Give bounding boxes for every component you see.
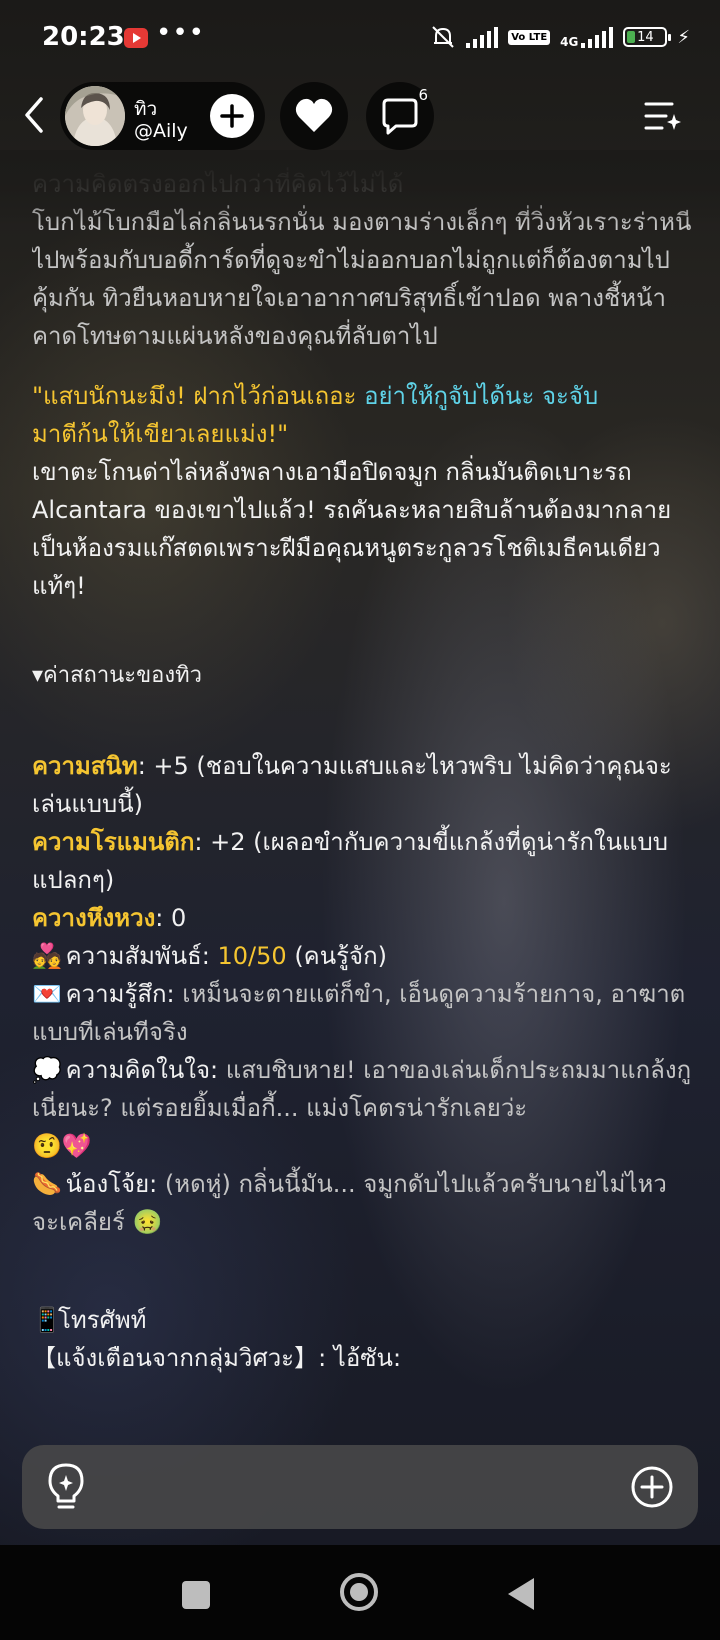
stat-label: ควางหึงหวง bbox=[32, 904, 156, 932]
nauseated-face-icon: 🤢 bbox=[132, 1208, 163, 1236]
dialogue-quote: "แสบนักนะมึง! ฝากไว้ก่อนเถอะ อย่าให้กูจั… bbox=[32, 377, 692, 453]
stat-label: ความรู้สึก: bbox=[58, 980, 183, 1008]
stat-relationship: 💑 ความสัมพันธ์: 10/50 (คนรู้จัก) bbox=[32, 937, 692, 975]
home-button[interactable] bbox=[340, 1573, 378, 1611]
stat-thought: 💭 ความคิดในใจ: แสบชิบหาย! เอาของเล่นเด็ก… bbox=[32, 1051, 692, 1165]
stat-label: ความโรแมนติก bbox=[32, 828, 195, 856]
avatar[interactable] bbox=[65, 86, 125, 146]
youtube-notification-icon bbox=[124, 28, 148, 48]
bell-muted-icon bbox=[432, 26, 454, 48]
heart-icon bbox=[295, 98, 333, 132]
status-toggle[interactable]: ▾ค่าสถานะของทิว bbox=[32, 657, 692, 695]
status-bar: 20:23 ••• Vo LTE 4G 14 ⚡ bbox=[0, 0, 720, 80]
message-paragraph: เขาตะโกนด่าไล่หลังพลางเอามือปิดจมูก กลิ่… bbox=[32, 458, 672, 600]
status-icons: Vo LTE 4G 14 ⚡ bbox=[430, 24, 690, 50]
phone-section: 📱โทรศัพท์ bbox=[32, 1301, 692, 1339]
more-notifications-icon: ••• bbox=[156, 18, 206, 48]
dialogue-part-2: อย่าให้กูจับได้นะ จะจับ bbox=[364, 382, 599, 410]
wifi-signal-icon bbox=[466, 26, 499, 48]
dialogue-part-3: มาตีก้นให้เขียวเลยแม่ง!" bbox=[32, 420, 289, 448]
speech-bubble-icon bbox=[382, 98, 418, 135]
menu-button[interactable] bbox=[642, 96, 682, 136]
comment-count: 6 bbox=[418, 86, 428, 104]
hotdog-icon: 🌭 bbox=[32, 1170, 62, 1198]
relationship-value: 10/50 bbox=[217, 942, 287, 970]
battery-icon: 14 bbox=[623, 27, 672, 47]
lightbulb-icon bbox=[48, 1463, 84, 1509]
character-profile[interactable]: ทิว @Aily bbox=[60, 82, 265, 150]
like-button[interactable] bbox=[280, 82, 348, 150]
phone-icon: 📱 bbox=[32, 1306, 62, 1334]
stat-jealousy: ควางหึงหวง: 0 bbox=[32, 899, 692, 937]
message-paragraph: โบกไม้โบกมือไล่กลิ่นนรกนั่น มองตามร่างเล… bbox=[32, 208, 692, 350]
plus-circle-icon bbox=[631, 1466, 673, 1508]
dialogue-part-1: "แสบนักนะมึง! ฝากไว้ก่อนเถอะ bbox=[32, 382, 365, 410]
system-back-button[interactable] bbox=[508, 1578, 534, 1610]
hint-button[interactable] bbox=[44, 1461, 94, 1513]
charging-icon: ⚡ bbox=[677, 26, 690, 48]
add-button[interactable] bbox=[630, 1465, 674, 1509]
love-letter-icon: 💌 bbox=[32, 980, 62, 1008]
back-button[interactable] bbox=[14, 92, 54, 138]
stat-romance: ความโรแมนติก: +2 (เผลอขำกับความขี้แกล้งท… bbox=[32, 823, 692, 899]
follow-button[interactable] bbox=[210, 94, 254, 138]
stat-feeling: 💌 ความรู้สึก: เหม็นจะตายแต่ก็ขำ, เอ็นดูค… bbox=[32, 975, 692, 1051]
chat-message: ความคิดตรงออกไปกว่าที่คิดไว้ไม่ได้ โบกไม… bbox=[32, 165, 692, 1450]
battery-level: 14 bbox=[637, 29, 654, 45]
status-time: 20:23 bbox=[42, 22, 125, 52]
volte-icon: Vo LTE bbox=[508, 29, 551, 45]
message-input-bar[interactable] bbox=[22, 1445, 698, 1529]
menu-sparkle-icon bbox=[644, 102, 681, 130]
message-text-clipped: ความคิดตรงออกไปกว่าที่คิดไว้ไม่ได้ bbox=[32, 170, 404, 198]
phone-label: โทรศัพท์ bbox=[58, 1306, 147, 1334]
plus-icon bbox=[220, 104, 244, 128]
character-handle: @Aily bbox=[134, 120, 188, 142]
phone-notification: 【แจ้งเตือนจากกลุ่มวิศวะ】: ไอ้ซัน: bbox=[32, 1344, 402, 1372]
stat-label: ความสนิท bbox=[32, 752, 138, 780]
stat-label: ความสัมพันธ์: bbox=[58, 942, 218, 970]
stat-value: : 0 bbox=[155, 904, 187, 932]
couple-icon: 💑 bbox=[32, 942, 62, 970]
comment-button[interactable]: 6 bbox=[366, 82, 434, 150]
stat-pet: 🌭 น้องโจ้ย: (หดหู่) กลิ่นนี้มัน... จมูกด… bbox=[32, 1165, 692, 1241]
relationship-note: (คนรู้จัก) bbox=[286, 942, 387, 970]
chevron-left-icon bbox=[25, 97, 43, 133]
recents-button[interactable] bbox=[182, 1581, 210, 1609]
network-type: 4G bbox=[560, 35, 579, 49]
cell-signal-icon bbox=[581, 26, 614, 48]
thought-bubble-icon: 💭 bbox=[32, 1056, 62, 1084]
thought-emojis: 🤨💖 bbox=[32, 1132, 92, 1160]
stat-label: น้องโจ้ย: bbox=[58, 1170, 165, 1198]
system-nav-bar bbox=[0, 1545, 720, 1640]
chat-header: ทิว @Aily 6 bbox=[0, 78, 720, 154]
stat-intimacy: ความสนิท: +5 (ชอบในความแสบและไหวพริบ ไม่… bbox=[32, 747, 692, 823]
stat-label: ความคิดในใจ: bbox=[58, 1056, 226, 1084]
